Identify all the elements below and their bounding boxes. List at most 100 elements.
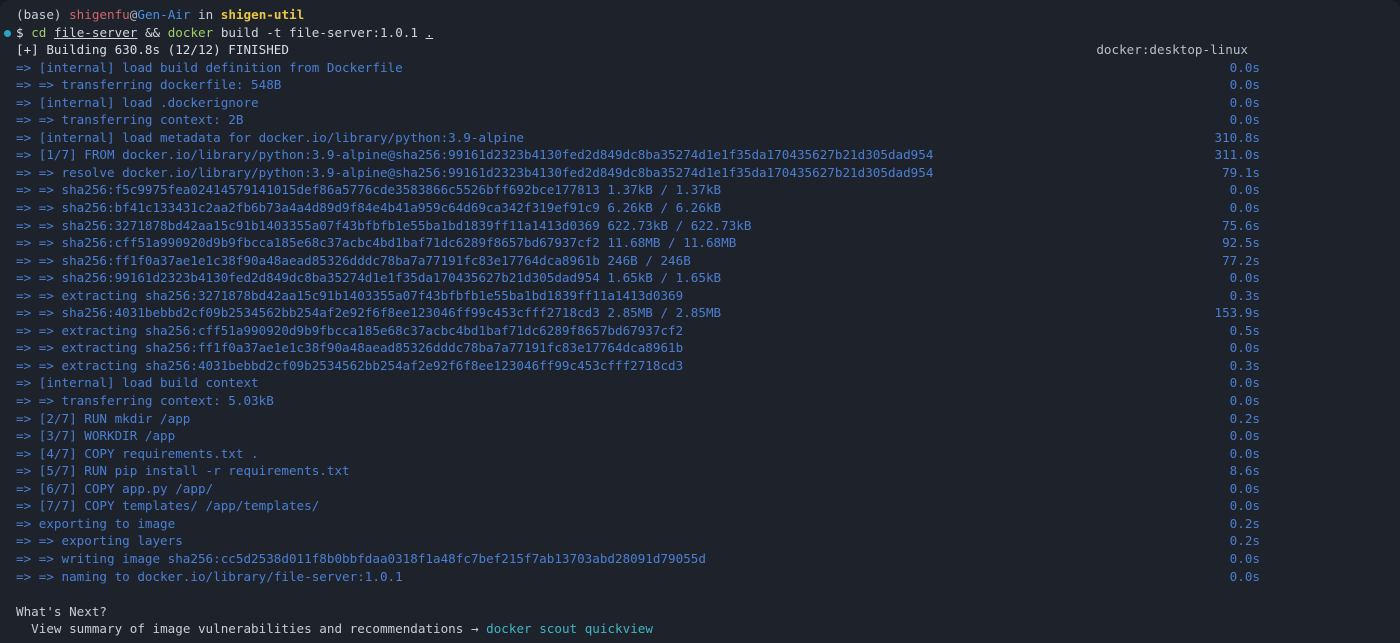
build-step-text: => => writing image sha256:cc5d2538d011f…	[16, 550, 706, 566]
build-step-text: => => transferring dockerfile: 548B	[16, 77, 282, 93]
build-step-line: => [1/7] FROM docker.io/library/python:3…	[0, 146, 1400, 164]
build-step-line: => [4/7] COPY requirements.txt . 0.0s	[0, 445, 1400, 463]
build-step-text: => => sha256:cff51a990920d9b9fbcca185e68…	[16, 235, 737, 251]
build-step-line: => => writing image sha256:cc5d2538d011f…	[0, 550, 1400, 568]
build-step-text: => => exporting layers	[16, 533, 183, 549]
build-step-line: => => transferring dockerfile: 548B 0.0s	[0, 76, 1400, 94]
whats-next-title: What's Next?	[0, 603, 1400, 621]
terminal-window[interactable]: (base) shigenfu@Gen-Air in shigen-util $…	[0, 0, 1400, 643]
build-step-duration: 0.2s	[1229, 410, 1260, 426]
build-step-line: => exporting to image 0.2s	[0, 515, 1400, 533]
build-steps-list: => [internal] load build definition from…	[0, 59, 1400, 585]
build-step-duration: 92.5s	[1222, 235, 1260, 251]
build-step-duration: 0.0s	[1229, 94, 1260, 110]
build-step-duration: 0.0s	[1229, 550, 1260, 566]
command-docker-arguments: build -t file-server:1.0.1	[220, 24, 418, 40]
build-step-line: => [7/7] COPY templates/ /app/templates/…	[0, 497, 1400, 515]
build-step-text: => => extracting sha256:cff51a990920d9b9…	[16, 322, 684, 338]
build-step-text: => => extracting sha256:ff1f0a37ae1e1c38…	[16, 340, 684, 356]
output-spacer	[0, 585, 1400, 603]
build-step-duration: 75.6s	[1222, 217, 1260, 233]
build-step-line: => => extracting sha256:ff1f0a37ae1e1c38…	[0, 339, 1400, 357]
build-step-text: => [internal] load .dockerignore	[16, 94, 259, 110]
build-step-duration: 0.3s	[1229, 287, 1260, 303]
build-step-duration: 0.0s	[1229, 340, 1260, 356]
command-and-operator: &&	[144, 24, 161, 40]
whats-next-suggestion: View summary of image vulnerabilities an…	[0, 620, 1400, 638]
sp	[463, 621, 471, 636]
build-step-line: => => resolve docker.io/library/python:3…	[0, 164, 1400, 182]
build-step-line: => [3/7] WORKDIR /app 0.0s	[0, 427, 1400, 445]
build-step-duration: 153.9s	[1214, 305, 1261, 321]
build-step-text: => => resolve docker.io/library/python:3…	[16, 164, 934, 180]
prompt-user: shigenfu	[69, 7, 130, 22]
build-step-text: => [7/7] COPY templates/ /app/templates/	[16, 498, 320, 514]
build-step-duration: 0.3s	[1229, 357, 1260, 373]
build-step-duration: 0.0s	[1229, 393, 1260, 409]
build-step-duration: 310.8s	[1214, 129, 1261, 145]
build-step-duration: 0.0s	[1229, 200, 1260, 216]
arrow-right-icon: →	[470, 621, 479, 637]
build-step-line: => [internal] load build context 0.0s	[0, 374, 1400, 392]
build-step-text: => => extracting sha256:3271878bd42aa15c…	[16, 287, 684, 303]
build-step-text: => => sha256:ff1f0a37ae1e1c38f90a48aead8…	[16, 252, 691, 268]
build-step-duration: 0.0s	[1229, 375, 1260, 391]
build-step-line: => => transferring context: 5.03kB 0.0s	[0, 392, 1400, 410]
build-step-text: => => transferring context: 2B	[16, 112, 244, 128]
build-step-text: => [internal] load build definition from…	[16, 59, 403, 75]
build-header-line: [+] Building 630.8s (12/12) FINISHED dock…	[0, 41, 1400, 59]
build-step-duration: 0.0s	[1229, 480, 1260, 496]
prompt-env: (base)	[16, 7, 62, 22]
build-step-duration: 0.0s	[1229, 270, 1260, 286]
build-step-line: => => sha256:f5c9975fea02414579141015def…	[0, 181, 1400, 199]
build-step-duration: 8.6s	[1229, 463, 1260, 479]
build-step-line: => => sha256:cff51a990920d9b9fbcca185e68…	[0, 234, 1400, 252]
sp	[62, 7, 70, 22]
build-step-text: => => transferring context: 5.03kB	[16, 393, 274, 409]
command-line[interactable]: $ cd file-server && docker build -t file…	[0, 24, 1400, 42]
build-step-text: => [1/7] FROM docker.io/library/python:3…	[16, 147, 934, 163]
build-step-line: => [internal] load build definition from…	[0, 59, 1400, 77]
whats-next-title-text: What's Next?	[16, 603, 107, 619]
build-step-duration: 0.2s	[1229, 515, 1260, 531]
build-header-text: [+] Building 630.8s (12/12) FINISHED	[16, 42, 289, 58]
build-step-text: => => extracting sha256:4031bebbd2cf09b2…	[16, 357, 684, 373]
build-step-text: => => sha256:f5c9975fea02414579141015def…	[16, 182, 722, 198]
prompt-context-line: (base) shigenfu@Gen-Air in shigen-util	[0, 6, 1400, 24]
build-step-duration: 0.0s	[1229, 59, 1260, 75]
build-step-text: => => sha256:4031bebbd2cf09b2534562bb254…	[16, 305, 722, 321]
command-cd-argument: file-server	[53, 24, 138, 40]
build-step-duration: 0.0s	[1229, 445, 1260, 461]
build-step-line: => => extracting sha256:3271878bd42aa15c…	[0, 287, 1400, 305]
build-step-duration: 0.0s	[1229, 428, 1260, 444]
build-step-line: => [2/7] RUN mkdir /app 0.2s	[0, 410, 1400, 428]
build-step-duration: 0.0s	[1229, 498, 1260, 514]
sp	[418, 25, 426, 40]
whats-next-command[interactable]: docker scout quickview	[486, 621, 653, 636]
build-step-text: => [6/7] COPY app.py /app/	[16, 480, 214, 496]
command-cd: cd	[31, 24, 47, 40]
build-step-text: => [internal] load build context	[16, 375, 259, 391]
build-step-line: => [6/7] COPY app.py /app/0.0s	[0, 480, 1400, 498]
build-step-line: => [internal] load .dockerignore 0.0s	[0, 94, 1400, 112]
sp	[160, 25, 168, 40]
build-step-text: => => sha256:bf41c133431c2aa2fb6b73a4a4d…	[16, 200, 722, 216]
prompt-symbol: $	[16, 24, 24, 40]
build-step-line: => => exporting layers 0.2s	[0, 532, 1400, 550]
build-step-text: => exporting to image	[16, 515, 176, 531]
sp	[190, 7, 198, 22]
build-step-line: => => sha256:4031bebbd2cf09b2534562bb254…	[0, 304, 1400, 322]
prompt-status-bullet-icon	[4, 29, 11, 37]
build-step-duration: 0.5s	[1229, 322, 1260, 338]
sp	[213, 25, 221, 40]
build-step-duration: 79.1s	[1222, 164, 1260, 180]
build-step-duration: 0.0s	[1229, 112, 1260, 128]
sp	[213, 7, 221, 22]
build-step-line: => [5/7] RUN pip install -r requirements…	[0, 462, 1400, 480]
build-step-text: => [2/7] RUN mkdir /app	[16, 410, 191, 426]
build-step-text: => [4/7] COPY requirements.txt .	[16, 445, 259, 461]
sp	[137, 25, 145, 40]
build-step-duration: 77.2s	[1222, 252, 1260, 268]
build-step-text: => => sha256:3271878bd42aa15c91b1403355a…	[16, 217, 752, 233]
